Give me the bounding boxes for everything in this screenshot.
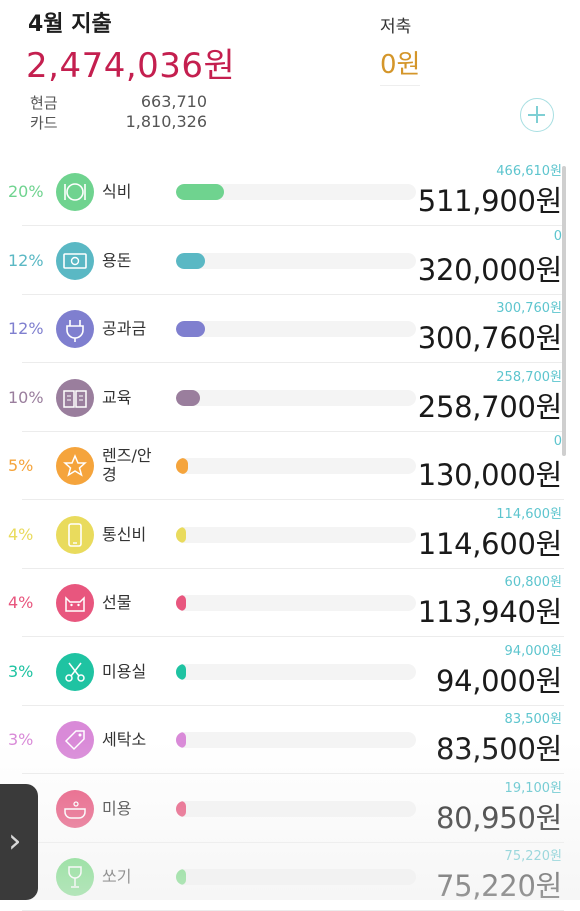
category-percent: 3% [8, 661, 34, 681]
category-progress-fill [176, 869, 186, 885]
cash-label: 현금 [30, 94, 58, 112]
cash-value: 663,710 [140, 92, 207, 111]
scissors-icon [56, 652, 94, 691]
category-budget: 466,610원 [496, 164, 562, 179]
star-icon [56, 447, 94, 485]
category-progress-bar [176, 869, 416, 885]
category-name: 용돈 [102, 250, 132, 270]
category-percent: 20% [8, 182, 44, 201]
category-percent: 5% [8, 456, 34, 475]
category-progress-bar [176, 595, 416, 611]
category-row[interactable]: 4% 선물 60,800원 113,940원 [0, 569, 580, 637]
category-row[interactable]: 4% 통신비 114,600원 114,600원 [0, 501, 580, 569]
category-progress-bar [176, 663, 416, 680]
category-progress-fill [176, 252, 205, 269]
bathtub-icon [56, 789, 94, 828]
scrollbar[interactable] [562, 166, 566, 456]
category-name: 식비 [102, 182, 132, 201]
category-name: 미용 [102, 798, 132, 818]
category-budget: 19,100원 [504, 780, 562, 796]
book-icon [56, 378, 94, 417]
category-amount: 114,600원 [417, 526, 563, 561]
category-name: 교육 [102, 387, 132, 407]
cat-icon [56, 584, 94, 622]
category-name: 통신비 [102, 524, 147, 544]
plug-icon [56, 310, 94, 348]
category-row[interactable]: 20% 식비 466,610원 511,900원 [0, 158, 580, 226]
category-amount: 300,760원 [417, 321, 563, 355]
category-percent: 10% [8, 387, 44, 407]
category-amount: 320,000원 [417, 252, 563, 287]
card-value: 1,810,326 [125, 112, 207, 131]
category-percent: 4% [8, 593, 34, 612]
total-expense: 2,474,036원 [26, 46, 236, 86]
category-progress-fill [176, 389, 200, 406]
category-amount: 75,220원 [435, 869, 562, 903]
category-row[interactable]: 미용 19,100원 80,950원 [0, 775, 580, 843]
category-name: 미용실 [102, 661, 147, 681]
category-name: 쏘기 [102, 867, 132, 886]
category-row[interactable]: 3% 세탁소 83,500원 83,500원 [0, 706, 580, 774]
category-progress-fill [176, 595, 186, 611]
savings-label: 저축 [380, 17, 412, 37]
category-percent: 4% [8, 524, 34, 544]
category-row[interactable]: 5% 렌즈/안경 0 130,000원 [0, 432, 580, 500]
category-progress-fill [176, 526, 186, 543]
category-row[interactable]: 쏘기 75,220원 75,220원 [0, 843, 580, 911]
month-title[interactable]: 4월 지출 [28, 6, 112, 38]
category-name: 공과금 [102, 319, 147, 338]
category-amount: 80,950원 [435, 800, 562, 835]
category-progress-fill [176, 732, 186, 748]
category-amount: 113,940원 [417, 595, 563, 629]
drawer-toggle-button[interactable]: › [0, 784, 38, 900]
card-label: 카드 [30, 114, 58, 132]
category-budget: 60,800원 [504, 575, 562, 590]
category-budget: 83,500원 [504, 712, 562, 727]
savings-value[interactable]: 0원 [380, 44, 421, 86]
category-progress-bar [176, 732, 416, 748]
category-name: 선물 [102, 593, 132, 612]
category-progress-bar [176, 321, 416, 337]
category-progress-bar [176, 252, 416, 269]
category-row[interactable]: 3% 미용실 94,000원 94,000원 [0, 638, 580, 706]
category-name: 세탁소 [102, 730, 147, 749]
category-percent: 12% [8, 319, 44, 338]
category-budget: 75,220원 [504, 849, 562, 864]
category-budget: 114,600원 [496, 506, 562, 522]
category-progress-fill [176, 184, 224, 200]
category-row[interactable]: 12% 용돈 0 320,000원 [0, 227, 580, 295]
category-budget: 0 [553, 434, 562, 449]
category-amount: 130,000원 [417, 458, 563, 492]
money-bill-icon [56, 241, 94, 280]
category-amount: 83,500원 [435, 732, 562, 766]
category-row[interactable]: 12% 공과금 300,760원 300,760원 [0, 295, 580, 363]
summary-header: 4월 지출 2,474,036원 현금 663,710 카드 1,810,326… [0, 0, 580, 150]
add-button[interactable] [520, 98, 554, 132]
category-budget: 94,000원 [504, 643, 562, 659]
category-amount: 94,000원 [435, 663, 562, 698]
category-progress-bar [176, 458, 416, 474]
category-name: 렌즈/안경 [102, 446, 152, 484]
category-budget: 300,760원 [496, 301, 562, 316]
category-amount: 258,700원 [417, 389, 563, 424]
category-row[interactable]: 10% 교육 258,700원 258,700원 [0, 364, 580, 432]
category-progress-bar [176, 800, 416, 817]
category-progress-fill [176, 321, 205, 337]
category-budget: 0 [553, 228, 562, 244]
category-percent: 3% [8, 730, 34, 749]
category-budget: 258,700원 [496, 369, 562, 385]
category-progress-fill [176, 800, 186, 817]
chevron-right-icon: › [8, 821, 22, 861]
category-progress-bar [176, 389, 416, 406]
plate-cutlery-icon [56, 173, 94, 211]
tag-icon [56, 721, 94, 759]
category-progress-bar [176, 526, 416, 543]
category-amount: 511,900원 [417, 184, 563, 218]
category-percent: 12% [8, 250, 44, 270]
category-progress-fill [176, 663, 186, 680]
phone-icon [56, 515, 94, 554]
category-progress-fill [176, 458, 188, 474]
category-progress-bar [176, 184, 416, 200]
wine-glass-icon [56, 858, 94, 896]
